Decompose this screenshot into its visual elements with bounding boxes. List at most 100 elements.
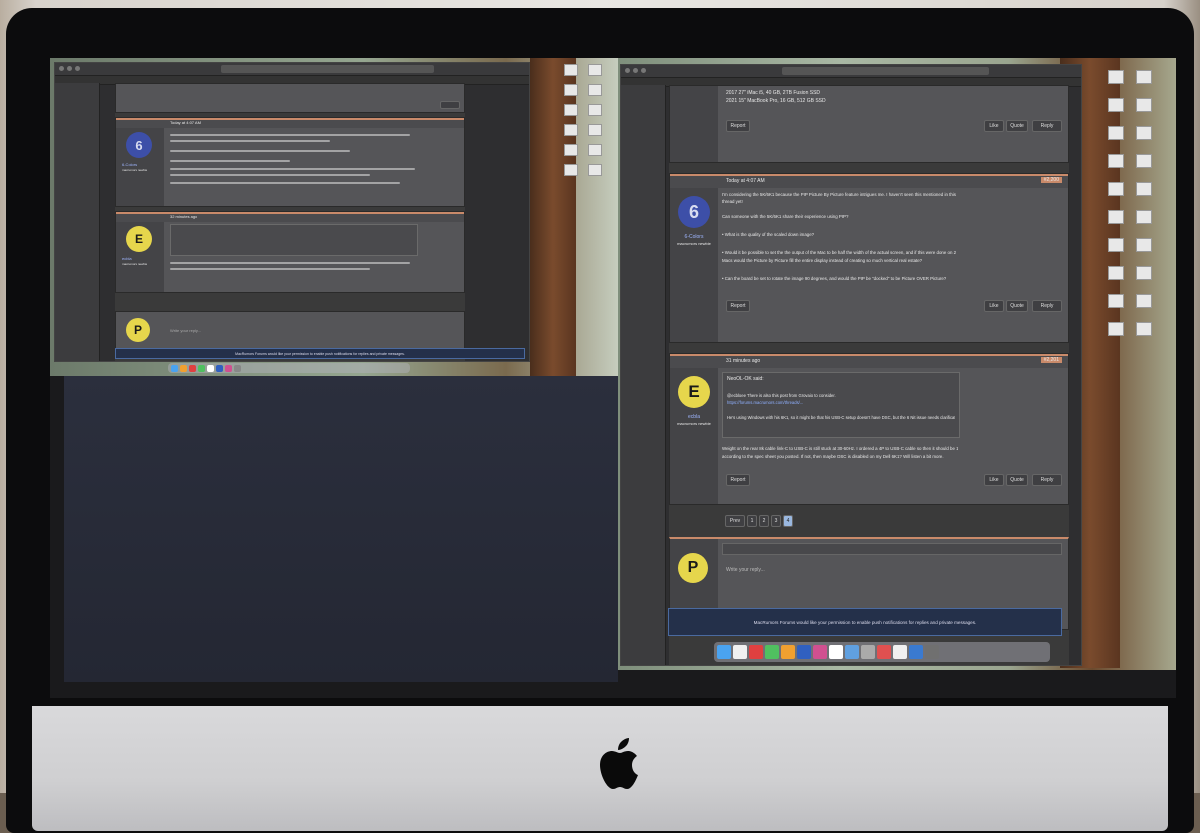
desktop-file-icon[interactable] xyxy=(1136,266,1152,280)
push-notification-banner[interactable]: MacRumors Forums would like your permiss… xyxy=(668,608,1062,636)
report-button[interactable]: Report xyxy=(726,474,750,486)
desktop-file-icon[interactable] xyxy=(588,84,602,96)
dock-app-icon[interactable] xyxy=(171,364,178,372)
post-number[interactable]: #2,201 xyxy=(1040,357,1062,363)
zoom-icon[interactable] xyxy=(75,66,80,71)
desktop-file-icon[interactable] xyxy=(588,144,602,156)
page-button-current[interactable]: 4 xyxy=(783,515,793,527)
dock-app-icon[interactable] xyxy=(198,364,205,372)
reply-textarea[interactable]: Write your reply... xyxy=(726,567,765,573)
dock-app-icon[interactable] xyxy=(845,645,859,659)
report-button[interactable]: Report xyxy=(726,300,750,312)
post-timestamp[interactable]: Today at 4:07 AM xyxy=(726,178,765,184)
minimize-icon[interactable] xyxy=(633,68,638,73)
page-button[interactable]: 1 xyxy=(747,515,757,527)
desktop-file-icon[interactable] xyxy=(588,104,602,116)
dock-app-icon[interactable] xyxy=(893,645,907,659)
quote-button[interactable]: Quote xyxy=(1006,300,1028,312)
desktop-file-icon[interactable] xyxy=(1136,210,1152,224)
desktop-file-icon[interactable] xyxy=(1136,294,1152,308)
zoom-icon[interactable] xyxy=(641,68,646,73)
trash-icon[interactable] xyxy=(925,645,939,659)
dock-app-icon[interactable] xyxy=(216,364,223,372)
desktop-file-icon[interactable] xyxy=(564,144,578,156)
desktop-file-icon[interactable] xyxy=(564,164,578,176)
quote-button[interactable]: Quote xyxy=(1006,474,1028,486)
editor-toolbar[interactable] xyxy=(722,543,1062,555)
left-push-notification-banner[interactable]: MacRumors Forums would like your permiss… xyxy=(115,348,525,359)
desktop-file-icon[interactable] xyxy=(1136,126,1152,140)
desktop-file-icon[interactable] xyxy=(1108,210,1124,224)
desktop-file-icon[interactable] xyxy=(1108,98,1124,112)
dock-app-icon[interactable] xyxy=(180,364,187,372)
desktop-file-icon[interactable] xyxy=(1108,182,1124,196)
desktop-file-icon[interactable] xyxy=(564,124,578,136)
desktop-file-icon[interactable] xyxy=(1108,266,1124,280)
desktop-file-icon[interactable] xyxy=(1108,70,1124,84)
right-address-bar[interactable] xyxy=(782,67,989,75)
like-button[interactable]: Like xyxy=(984,300,1004,312)
dock-app-icon[interactable] xyxy=(877,645,891,659)
desktop-file-icon[interactable] xyxy=(1136,98,1152,112)
left-desktop-icons xyxy=(564,64,602,176)
dock-app-icon[interactable] xyxy=(717,645,731,659)
dock-app-icon[interactable] xyxy=(797,645,811,659)
desktop-file-icon[interactable] xyxy=(588,164,602,176)
dock-app-icon[interactable] xyxy=(765,645,779,659)
desktop-file-icon[interactable] xyxy=(1108,294,1124,308)
avatar[interactable]: 6 xyxy=(126,132,152,158)
desktop-file-icon[interactable] xyxy=(1136,70,1152,84)
desktop-file-icon[interactable] xyxy=(588,124,602,136)
quote-author[interactable]: NeoOL-OK said: xyxy=(727,376,764,382)
like-button[interactable]: Like xyxy=(984,474,1004,486)
username[interactable]: 6-Colors xyxy=(674,234,714,240)
dock-app-icon[interactable] xyxy=(813,645,827,659)
dock-app-icon[interactable] xyxy=(829,645,843,659)
dock-app-icon[interactable] xyxy=(234,364,241,372)
like-button[interactable]: Like xyxy=(984,120,1004,132)
reply-button[interactable]: Reply xyxy=(1032,474,1062,486)
post-number[interactable]: #2,200 xyxy=(1040,177,1062,183)
desktop-file-icon[interactable] xyxy=(1108,322,1124,336)
username[interactable]: ecbla xyxy=(674,414,714,420)
page-button[interactable]: 2 xyxy=(759,515,769,527)
avatar[interactable]: 6 xyxy=(678,196,710,228)
left-reply-button[interactable] xyxy=(440,101,460,109)
desktop-file-icon[interactable] xyxy=(564,64,578,76)
left-reply-box[interactable]: P Write your reply... xyxy=(115,311,465,353)
post-timestamp[interactable]: 31 minutes ago xyxy=(726,358,760,364)
report-button[interactable]: Report xyxy=(726,120,750,132)
quote-button[interactable]: Quote xyxy=(1006,120,1028,132)
desktop-file-icon[interactable] xyxy=(1136,238,1152,252)
desktop-file-icon[interactable] xyxy=(1136,154,1152,168)
desktop-file-icon[interactable] xyxy=(588,64,602,76)
desktop-file-icon[interactable] xyxy=(1108,238,1124,252)
quote-link[interactable]: https://forums.macrumors.com/threads/... xyxy=(727,400,955,405)
desktop-file-icon[interactable] xyxy=(1136,322,1152,336)
dock-app-icon[interactable] xyxy=(781,645,795,659)
close-icon[interactable] xyxy=(59,66,64,71)
close-icon[interactable] xyxy=(625,68,630,73)
desktop-file-icon[interactable] xyxy=(564,104,578,116)
page-button[interactable]: 3 xyxy=(771,515,781,527)
dock-app-icon[interactable] xyxy=(207,364,214,372)
desktop-file-icon[interactable] xyxy=(1108,126,1124,140)
desktop-file-icon[interactable] xyxy=(1108,154,1124,168)
reply-button[interactable]: Reply xyxy=(1032,120,1062,132)
desktop-file-icon[interactable] xyxy=(1136,182,1152,196)
dock-app-icon[interactable] xyxy=(189,364,196,372)
dock-app-icon[interactable] xyxy=(225,364,232,372)
dock-app-icon[interactable] xyxy=(749,645,763,659)
dock-app-icon[interactable] xyxy=(861,645,875,659)
page-prev-button[interactable]: Prev xyxy=(725,515,745,527)
avatar[interactable]: E xyxy=(678,376,710,408)
left-address-bar[interactable] xyxy=(220,65,435,73)
dock-app-icon[interactable] xyxy=(909,645,923,659)
reply-button[interactable]: Reply xyxy=(1032,300,1062,312)
desktop-file-icon[interactable] xyxy=(564,84,578,96)
left-post-1 xyxy=(115,83,465,113)
user-title: macrumors newbie xyxy=(677,421,711,426)
minimize-icon[interactable] xyxy=(67,66,72,71)
avatar[interactable]: E xyxy=(126,226,152,252)
dock-app-icon[interactable] xyxy=(733,645,747,659)
